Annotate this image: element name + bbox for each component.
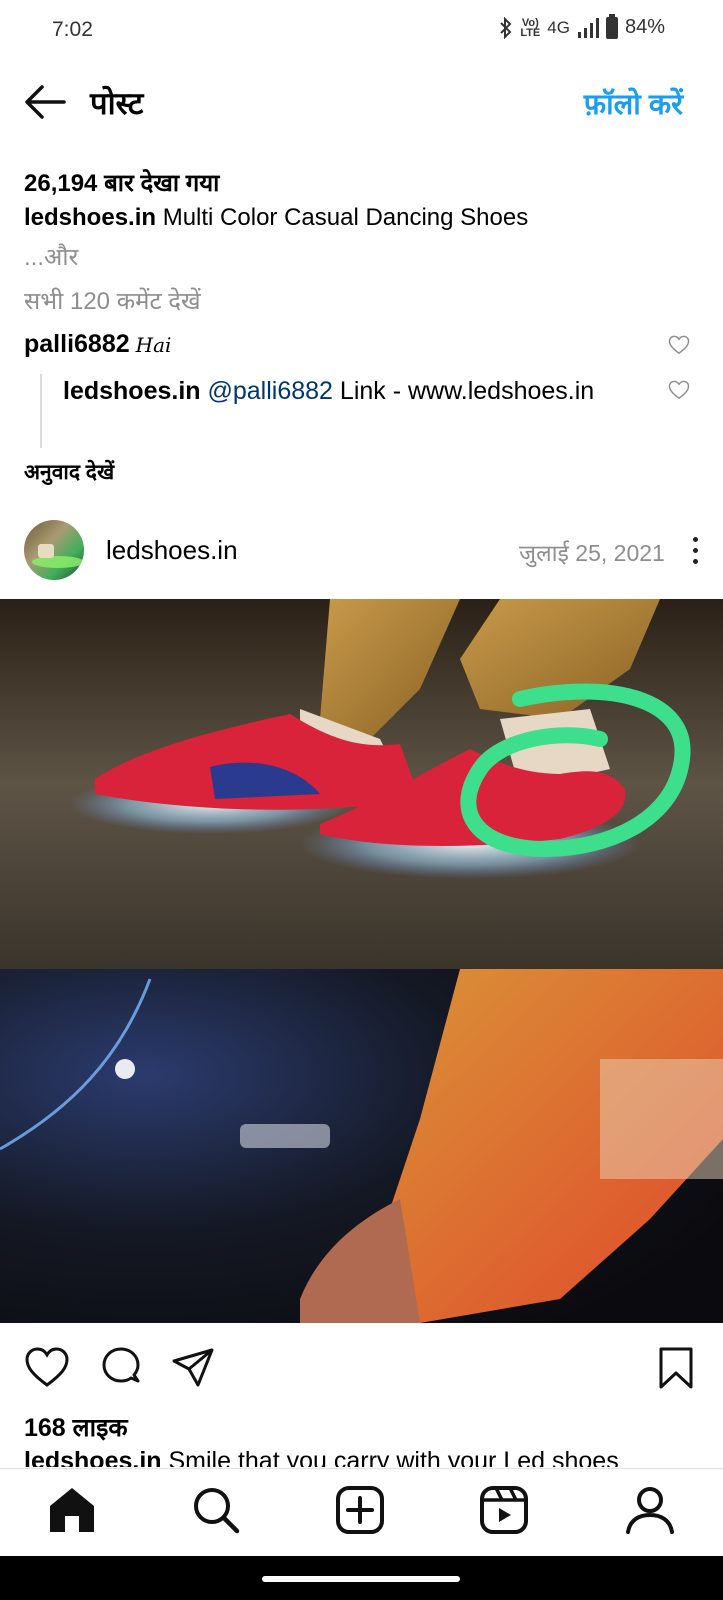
comment-icon[interactable] [98, 1345, 144, 1391]
volte-icon: Vo) LTE [520, 16, 541, 39]
heart-icon[interactable] [24, 1345, 70, 1391]
comment-username[interactable]: palli6882 [24, 330, 130, 358]
follow-button[interactable]: फ़ॉलो करें [584, 84, 683, 123]
comment-like-icon[interactable] [668, 335, 690, 355]
share-icon[interactable] [170, 1345, 216, 1391]
post-username[interactable]: ledshoes.in [106, 535, 238, 566]
reply-username[interactable]: ledshoes.in [63, 377, 201, 405]
caption-text: Multi Color Casual Dancing Shoes [156, 204, 529, 231]
status-icons: Vo) LTE 4G 84% [499, 13, 665, 39]
avatar[interactable] [24, 520, 84, 580]
reply-mention[interactable]: @palli6882 [208, 377, 333, 405]
home-icon[interactable] [46, 1484, 98, 1536]
caption-preview-text: Smile that you carry with your Led shoes [161, 1447, 619, 1467]
reply-comment: ledshoes.in @palli6882 Link - www.ledsho… [63, 372, 643, 410]
caption-preview-username[interactable]: ledshoes.in [24, 1447, 162, 1467]
post-image[interactable] [0, 599, 723, 1323]
reply-text: Link - www.ledshoes.in [332, 377, 595, 405]
thread-line [40, 374, 42, 448]
comment: palli6882 Hai [24, 330, 171, 359]
bluetooth-icon [500, 16, 512, 39]
home-gesture-pill[interactable] [262, 1576, 460, 1582]
signal-icon [577, 17, 599, 38]
like-count[interactable]: 168 लाइक [24, 1410, 128, 1444]
battery-percent: 84% [624, 16, 665, 38]
comment-text: Hai [135, 333, 172, 357]
search-icon[interactable] [190, 1484, 242, 1536]
battery-icon [605, 13, 618, 39]
network-gen: 4G [547, 17, 570, 37]
volte-bottom: LTE [520, 26, 541, 39]
add-icon[interactable] [334, 1484, 386, 1536]
view-count: 26,194 बार देखा गया [24, 170, 220, 197]
back-arrow-icon[interactable] [24, 84, 66, 120]
volte-top: Vo) [521, 16, 539, 29]
status-time: 7:02 [52, 18, 93, 41]
page-title: पोस्ट [90, 86, 144, 121]
more-icon[interactable] [693, 537, 699, 570]
reply-like-icon[interactable] [668, 380, 690, 400]
post-date: जुलाई 25, 2021 [519, 540, 665, 566]
bookmark-icon[interactable] [653, 1345, 699, 1391]
avatar-image [32, 544, 84, 568]
more-link[interactable]: ...और [24, 240, 78, 273]
caption-username[interactable]: ledshoes.in [24, 204, 156, 231]
caption-preview: ledshoes.in Smile that you carry with yo… [24, 1447, 619, 1467]
see-translation-link[interactable]: अनुवाद देखें [24, 458, 114, 486]
profile-icon[interactable] [624, 1484, 676, 1536]
view-all-comments-link[interactable]: सभी 120 कमेंट देखें [24, 284, 201, 317]
caption: ledshoes.in Multi Color Casual Dancing S… [24, 204, 528, 232]
reels-icon[interactable] [478, 1484, 530, 1536]
